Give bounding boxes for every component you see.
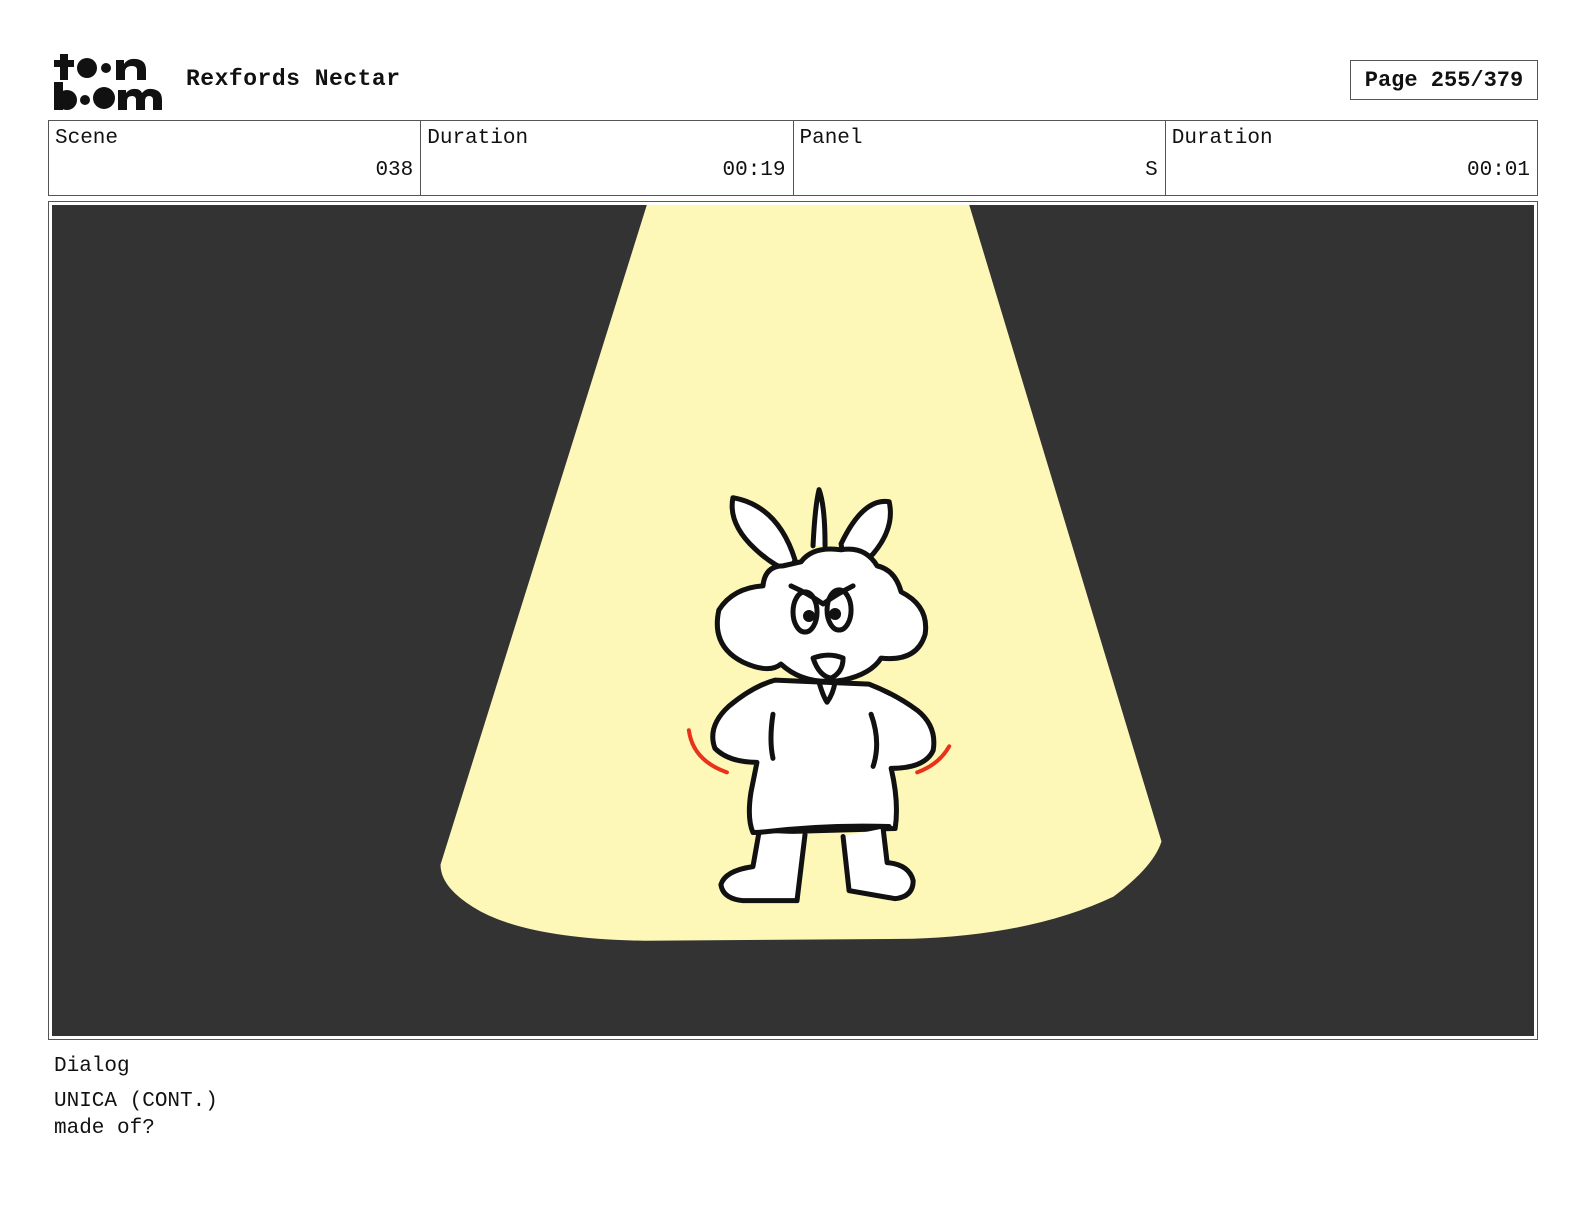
panel-duration-value: 00:01 <box>1466 159 1530 182</box>
scene-duration-value: 00:19 <box>722 159 786 182</box>
toon-boom-logo <box>52 50 164 112</box>
left-arm-line <box>768 711 776 761</box>
panel-value: S <box>1145 159 1158 182</box>
toon-boom-logo-mark <box>54 54 162 110</box>
scene-duration-label: Duration <box>427 127 529 150</box>
panel-cell: Panel S <box>794 121 1166 195</box>
storyboard-panel <box>48 201 1538 1040</box>
right-pupil <box>829 607 842 620</box>
scene-info-bar: Scene 038 Duration 00:19 Panel S Duratio… <box>48 120 1538 196</box>
scene-value: 038 <box>375 159 414 182</box>
dialog-label: Dialog <box>54 1055 130 1078</box>
dialog-line: made of? <box>54 1117 155 1140</box>
panel-drawing <box>52 205 1534 1036</box>
dialog-character: UNICA (CONT.) <box>54 1090 218 1113</box>
scene-duration-cell: Duration 00:19 <box>421 121 794 195</box>
panel-label: Panel <box>799 127 863 150</box>
panel-duration-label: Duration <box>1171 127 1273 150</box>
left-pupil <box>803 609 816 623</box>
scene-cell: Scene 038 <box>49 121 422 195</box>
panel-duration-cell: Duration 00:01 <box>1166 121 1537 195</box>
page-indicator: Page 255/379 <box>1350 60 1538 100</box>
horn <box>810 487 828 549</box>
scene-label: Scene <box>55 127 119 150</box>
dialog-text: UNICA (CONT.) made of? <box>54 1088 218 1142</box>
project-title: Rexfords Nectar <box>186 66 401 92</box>
